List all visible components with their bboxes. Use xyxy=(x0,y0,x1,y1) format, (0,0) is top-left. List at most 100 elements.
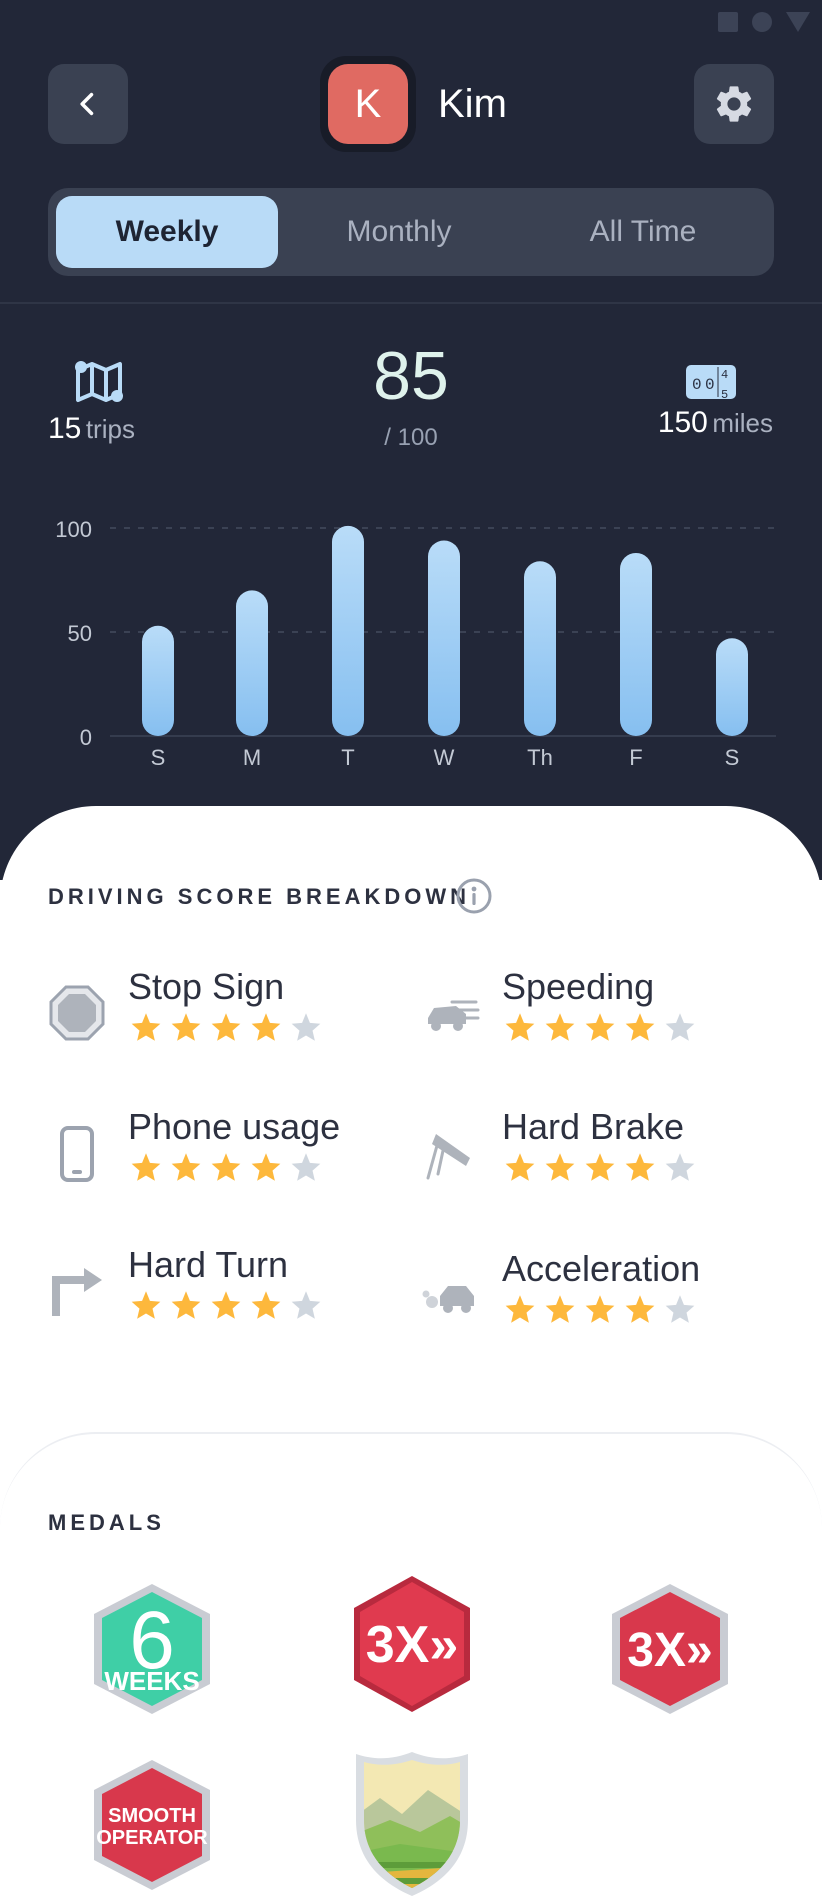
svg-text:0: 0 xyxy=(705,376,715,394)
metric-stop-sign[interactable]: Stop Sign xyxy=(48,966,408,1066)
metric-label: Acceleration xyxy=(502,1248,701,1289)
star-filled-icon xyxy=(130,1290,162,1325)
tab-weekly[interactable]: Weekly xyxy=(56,196,278,268)
six-weeks-medal[interactable]: 6 WEEKS xyxy=(86,1580,218,1720)
star-empty-icon xyxy=(290,1012,322,1047)
star-empty-icon xyxy=(290,1152,322,1187)
star-filled-icon xyxy=(584,1152,616,1187)
turn-arrow-icon xyxy=(48,1262,106,1320)
svg-text:5: 5 xyxy=(721,388,728,400)
avatar: K xyxy=(328,64,408,144)
star-filled-icon xyxy=(130,1012,162,1047)
star-filled-icon xyxy=(504,1012,536,1047)
acceleration-car-icon xyxy=(422,1266,480,1324)
star-filled-icon xyxy=(584,1294,616,1329)
medal-three-x-outlined-text: 3X» xyxy=(627,1624,712,1677)
star-empty-icon xyxy=(664,1152,696,1187)
medal-operator-text: OPERATOR xyxy=(96,1827,208,1849)
status-circle-icon xyxy=(752,12,772,32)
metric-label: Stop Sign xyxy=(128,966,285,1007)
star-filled-icon xyxy=(210,1152,242,1187)
breakdown-title: DRIVING SCORE BREAKDOWN xyxy=(48,884,470,910)
medal-three-x-text: 3X» xyxy=(366,1616,459,1674)
three-x-medal-outlined[interactable]: 3X» xyxy=(604,1580,736,1720)
status-triangle-icon xyxy=(786,12,810,32)
star-filled-icon xyxy=(584,1012,616,1047)
settings-button[interactable] xyxy=(694,64,774,144)
metric-hard-turn[interactable]: Hard Turn xyxy=(48,1244,408,1344)
star-filled-icon xyxy=(544,1294,576,1329)
svg-text:4: 4 xyxy=(721,368,728,382)
metric-hard-brake[interactable]: Hard Brake xyxy=(422,1106,782,1206)
star-rating xyxy=(130,1152,322,1187)
x-tick-label: M xyxy=(243,745,261,770)
star-rating xyxy=(504,1152,696,1187)
miles-unit: miles xyxy=(712,408,773,438)
medals-title: MEDALS xyxy=(48,1510,165,1535)
metric-speeding[interactable]: Speeding xyxy=(422,966,782,1066)
brake-pedal-icon xyxy=(422,1124,480,1182)
chart-bar xyxy=(620,552,652,736)
star-rating xyxy=(130,1290,322,1325)
star-filled-icon xyxy=(170,1012,202,1047)
chart-bar xyxy=(236,590,268,736)
gear-icon xyxy=(716,86,752,122)
star-empty-icon xyxy=(664,1012,696,1047)
star-filled-icon xyxy=(130,1152,162,1187)
x-tick-label: T xyxy=(341,745,354,770)
x-tick-label: S xyxy=(725,745,740,770)
metric-phone-usage[interactable]: Phone usage xyxy=(48,1106,408,1206)
metric-label: Speeding xyxy=(502,966,655,1007)
breakdown-title-text: DRIVING SCORE BREAKDOWN xyxy=(48,884,471,909)
star-filled-icon xyxy=(624,1294,656,1329)
header-divider xyxy=(0,302,822,304)
x-tick-label: S xyxy=(151,745,166,770)
chevron-left-icon xyxy=(80,92,94,116)
star-rating xyxy=(504,1012,696,1047)
tab-monthly[interactable]: Monthly xyxy=(288,196,510,268)
back-button[interactable] xyxy=(48,64,128,144)
star-rating xyxy=(130,1012,322,1047)
status-square-icon xyxy=(718,12,738,32)
smooth-operator-medal[interactable]: SMOOTH OPERATOR xyxy=(86,1756,218,1896)
y-tick-label: 0 xyxy=(80,725,92,750)
miles-value: 150 xyxy=(657,406,708,439)
star-filled-icon xyxy=(544,1152,576,1187)
star-filled-icon xyxy=(170,1152,202,1187)
x-tick-label: W xyxy=(434,745,455,770)
info-icon[interactable] xyxy=(456,878,492,914)
star-filled-icon xyxy=(210,1290,242,1325)
chart-bar xyxy=(428,540,460,736)
miles-stat: 0 0 4 5 150 miles xyxy=(658,364,773,440)
star-filled-icon xyxy=(210,1012,242,1047)
chart-bar xyxy=(142,625,174,736)
star-filled-icon xyxy=(504,1294,536,1329)
period-tabs: Weekly Monthly All Time xyxy=(48,188,774,276)
status-bar xyxy=(718,12,810,32)
odometer-icon: 0 0 4 5 xyxy=(686,365,736,400)
star-filled-icon xyxy=(250,1012,282,1047)
chart-bar xyxy=(716,638,748,736)
star-rating xyxy=(504,1294,696,1329)
star-filled-icon xyxy=(504,1152,536,1187)
tab-all-time[interactable]: All Time xyxy=(532,196,754,268)
metric-label: Phone usage xyxy=(128,1106,341,1147)
speeding-car-icon xyxy=(422,984,480,1042)
star-filled-icon xyxy=(250,1290,282,1325)
user-name: Kim xyxy=(438,81,507,126)
metric-label: Hard Brake xyxy=(502,1106,685,1147)
medal-smooth-text: SMOOTH xyxy=(108,1805,196,1827)
landscape-shield-medal[interactable] xyxy=(350,1750,474,1898)
phone-icon xyxy=(48,1124,106,1182)
metric-acceleration[interactable]: Acceleration xyxy=(422,1248,782,1348)
metric-label: Hard Turn xyxy=(128,1244,289,1285)
user-profile[interactable]: K Kim xyxy=(320,56,507,152)
star-filled-icon xyxy=(624,1152,656,1187)
y-tick-label: 50 xyxy=(68,621,92,646)
three-x-medal[interactable]: 3X» xyxy=(346,1572,478,1712)
x-tick-label: Th xyxy=(527,745,553,770)
dashboard-header-panel: K Kim Weekly Monthly All Time 15 trips 8… xyxy=(0,0,822,880)
star-empty-icon xyxy=(290,1290,322,1325)
x-tick-label: F xyxy=(629,745,642,770)
chart-bar xyxy=(332,525,364,736)
